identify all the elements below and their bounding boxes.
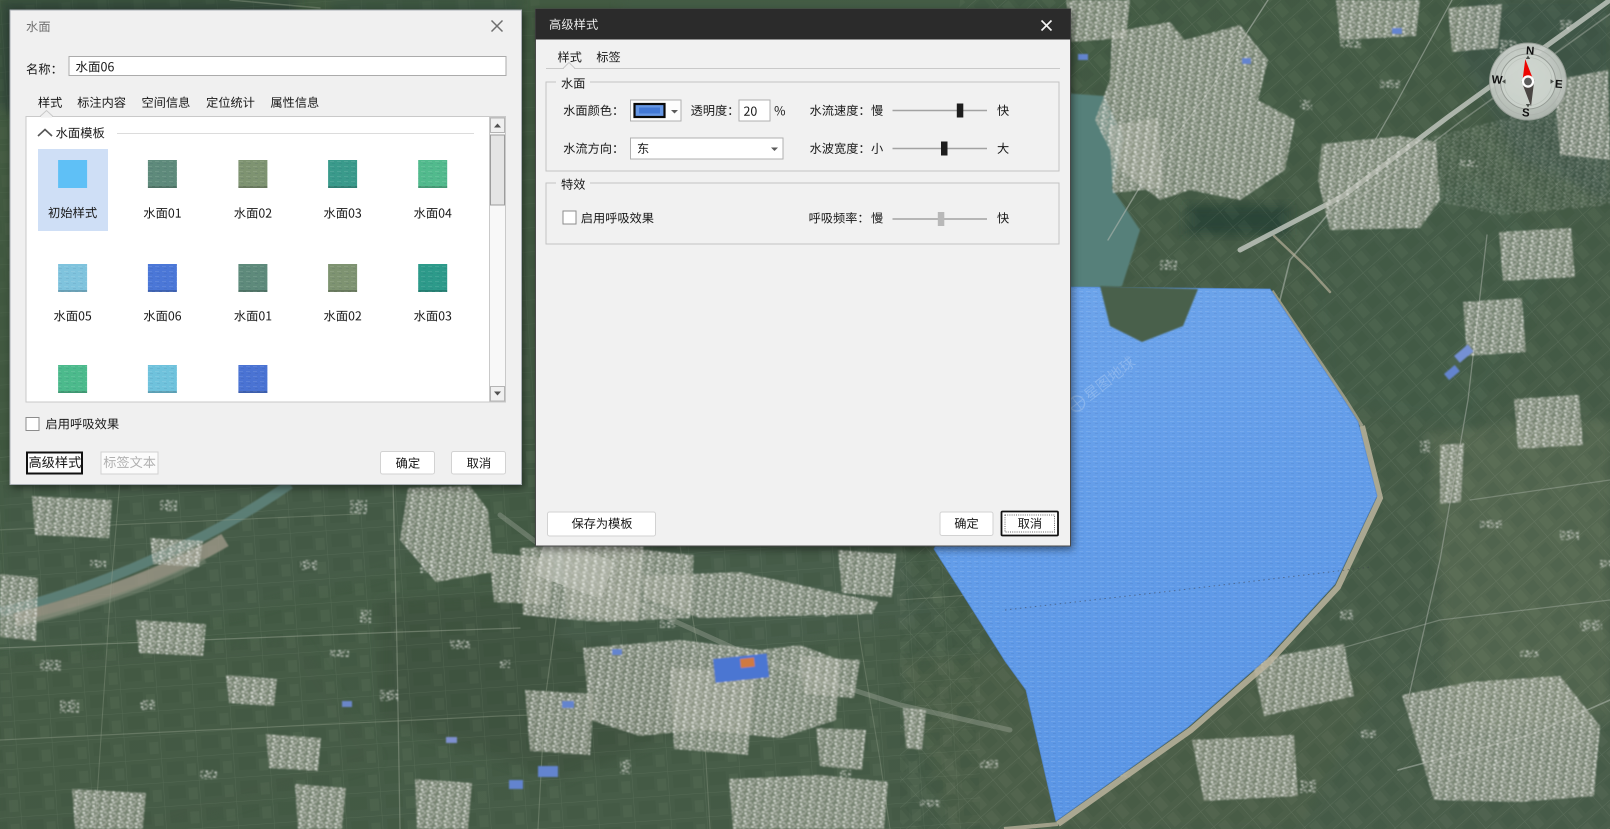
- svg-text:W: W: [1491, 74, 1503, 87]
- svg-text:S: S: [1522, 107, 1531, 120]
- svg-text:N: N: [1526, 45, 1535, 58]
- svg-text:E: E: [1555, 79, 1564, 92]
